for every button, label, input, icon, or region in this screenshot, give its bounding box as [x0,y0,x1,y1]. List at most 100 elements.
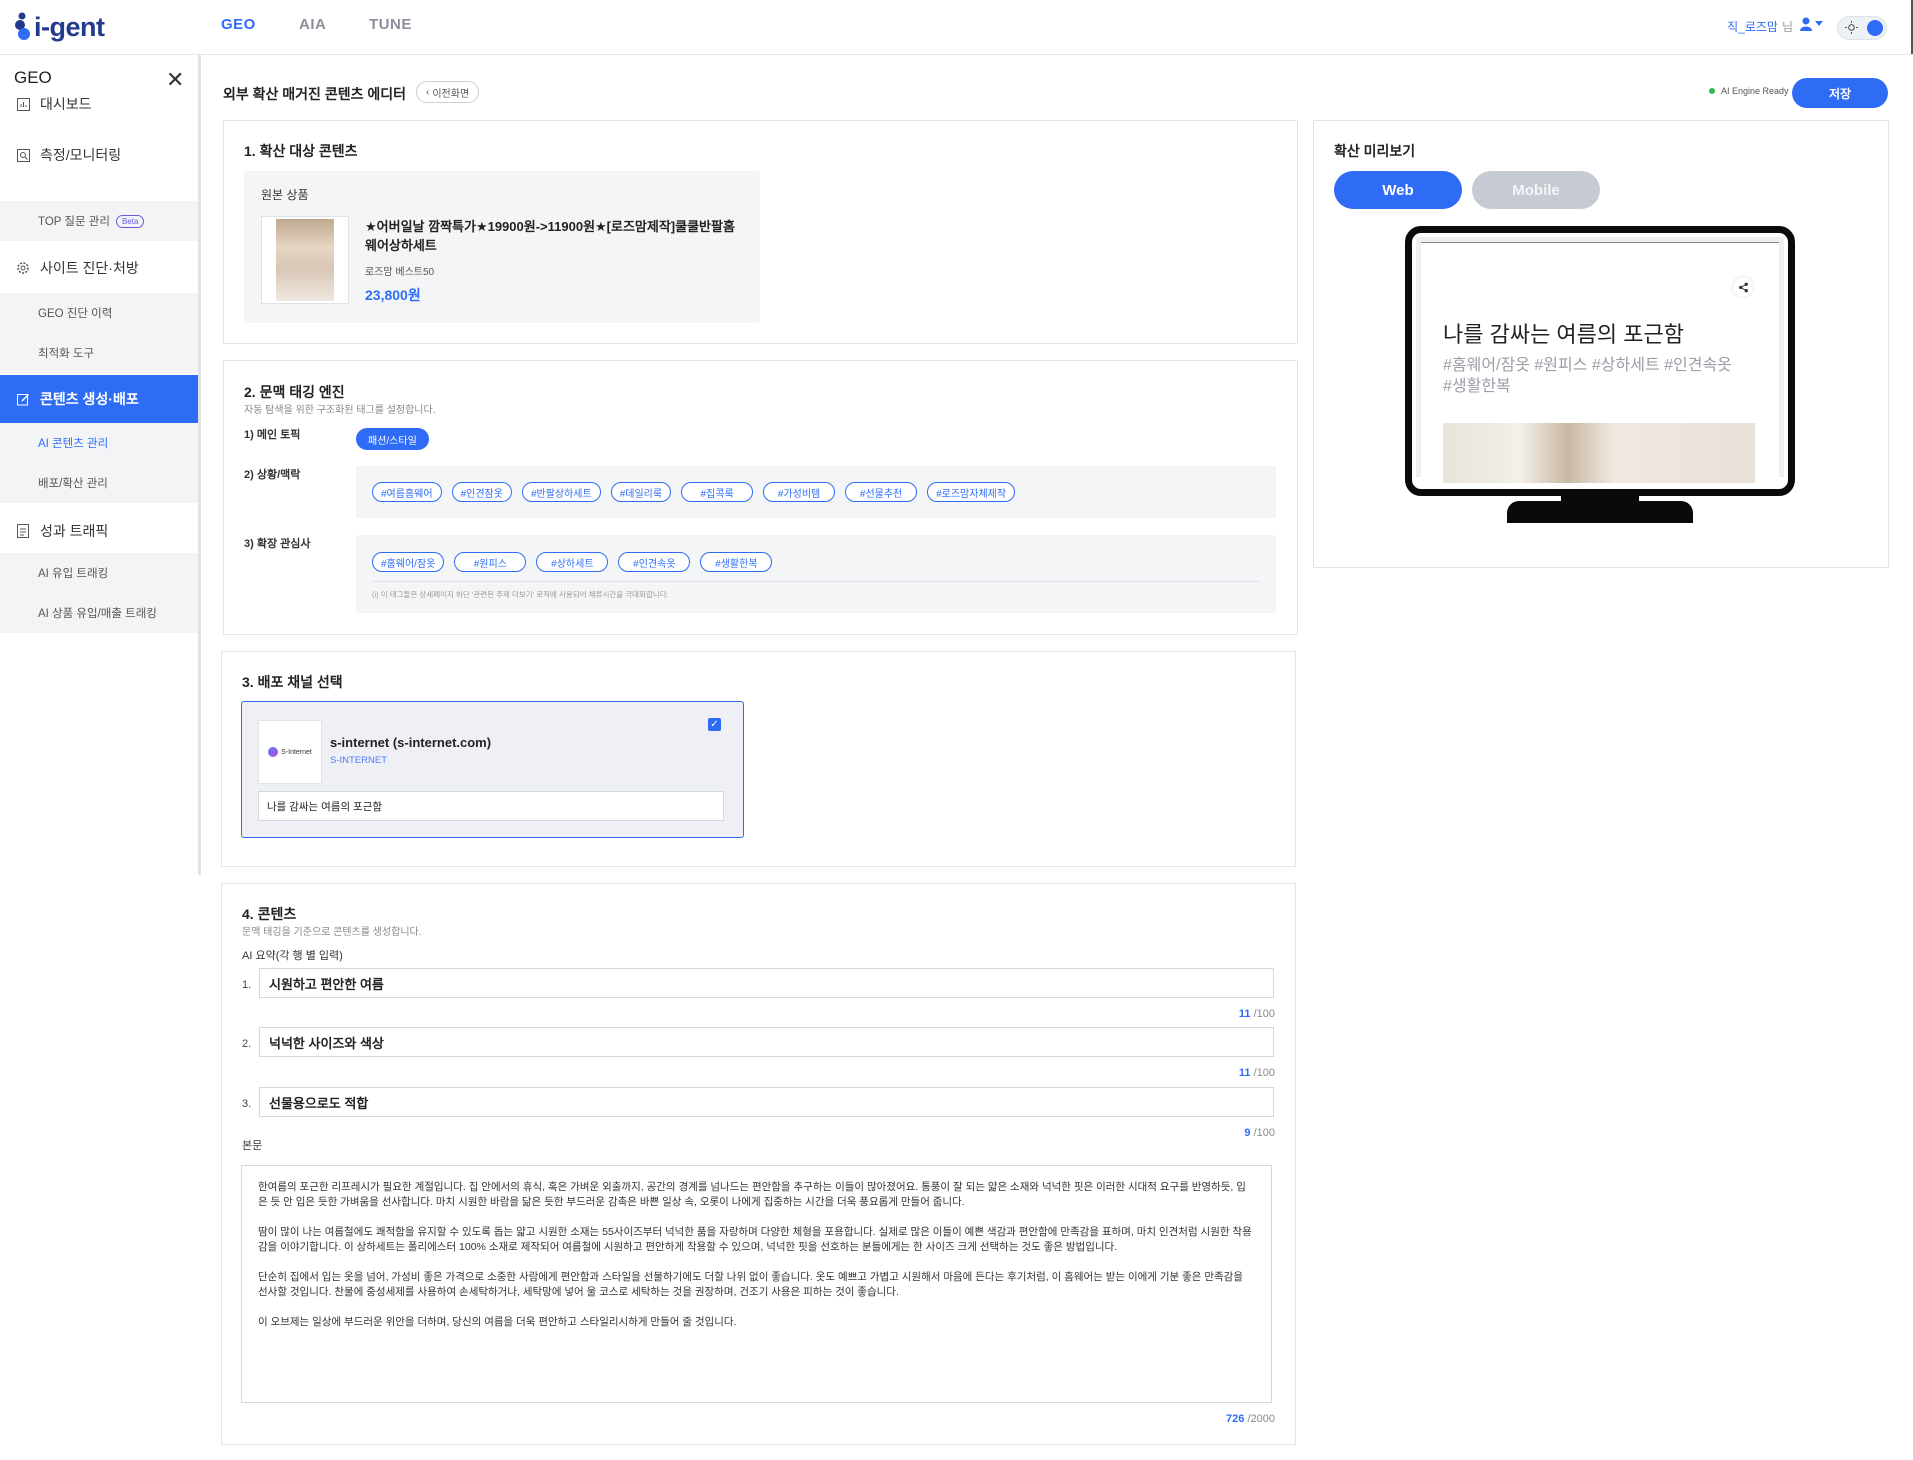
sidebar-sub-distribution[interactable]: 배포/확산 관리 [0,463,198,503]
user-name-suffix: 님 [1781,20,1793,34]
summary-input-3[interactable] [259,1087,1274,1117]
sidebar-sub-label: AI 상품 유입/매출 트래킹 [38,608,157,620]
interest-tag-row: #홈웨어/잠옷 #원피스 #상하세트 #인견속옷 #생활한복 [372,552,773,572]
save-button[interactable]: 저장 [1792,78,1888,108]
context-tag-area: #여름홈웨어 #인견잠옷 #반팔상하세트 #데일리룩 #집콕룩 #가성비템 #선… [356,466,1276,518]
context-label: 2) 상황/맥락 [244,469,301,481]
sidebar-sub-top-questions[interactable]: TOP 질문 관리 Beta [0,201,198,241]
sidebar-sub-label: AI 콘텐츠 관리 [38,438,109,450]
chevron-down-icon [1815,21,1823,26]
edit-icon [16,392,30,406]
interest-tag-area: #홈웨어/잠옷 #원피스 #상하세트 #인견속옷 #생활한복 (i) 이 태그들… [356,535,1276,613]
sidebar-item-traffic[interactable]: 성과 트래픽 [0,511,198,551]
share-icon[interactable] [1733,277,1753,297]
context-tag[interactable]: #데일리룩 [610,482,672,502]
sidebar-edge [198,55,201,875]
context-tag[interactable]: #가성비템 [763,482,836,502]
section-subtitle: 문맥 태깅을 기준으로 콘텐츠를 생성합니다. [242,927,422,938]
sidebar-item-dashboard[interactable]: 대시보드 [0,84,198,124]
summary-number: 3. [242,1098,252,1110]
nav-geo[interactable]: GEO [221,16,256,33]
sidebar-item-label: 대시보드 [40,96,92,112]
sidebar-item-content[interactable]: 콘텐츠 생성·배포 [0,375,198,423]
sidebar-sub-label: 최적화 도구 [38,348,95,360]
section-title: 1. 확산 대상 콘텐츠 [244,143,358,159]
channel-title-input[interactable] [258,791,724,821]
user-icon [1800,17,1812,31]
count-max: /100 [1253,1008,1275,1020]
interest-tag[interactable]: #인견속옷 [618,552,691,572]
logo-text: i-gent [34,11,105,42]
preview-article-title: 나를 감싸는 여름의 포근함 [1443,322,1684,347]
context-tag[interactable]: #반팔상하세트 [521,482,601,502]
monitor-stand-base [1507,501,1693,523]
sidebar-sub-label: 배포/확산 관리 [38,478,108,490]
sidebar-sub-geo-history[interactable]: GEO 진단 이력 [0,293,198,333]
checkbox-checked-icon[interactable]: ✓ [708,718,721,731]
preview-article: 나를 감싸는 여름의 포근함 #홈웨어/잠옷 #원피스 #상하세트 #인견속옷 … [1421,242,1779,483]
app-logo[interactable]: i-gent [14,10,105,44]
sun-icon [1845,21,1858,34]
gear-icon [16,261,30,275]
sidebar-sub-ai-content[interactable]: AI 콘텐츠 관리 [0,423,198,463]
sidebar-sub-label: GEO 진단 이력 [38,308,113,320]
monitor-screen: 나를 감싸는 여름의 포근함 #홈웨어/잠옷 #원피스 #상하세트 #인견속옷 … [1416,237,1784,483]
logo-icon [15,12,30,40]
chevron-left-icon: ‹ [426,86,430,98]
body-paragraph: 땀이 많이 나는 여름철에도 쾌적함을 유지할 수 있도록 돕는 얇고 시원한 … [258,1226,1252,1253]
sidebar-sub-ai-traffic[interactable]: AI 유입 트래킹 [0,553,198,593]
dashboard-icon [16,97,30,111]
sidebar-sub-optimization[interactable]: 최적화 도구 [0,333,198,373]
summary-input-2[interactable] [259,1027,1274,1057]
toggle-knob [1867,20,1883,36]
sidebar-sub-ai-sales[interactable]: AI 상품 유입/매출 트래킹 [0,593,198,633]
section-title: 4. 콘텐츠 [242,906,297,922]
tab-mobile[interactable]: Mobile [1472,171,1600,209]
context-tag[interactable]: #집콕룩 [681,482,754,502]
context-tag[interactable]: #여름홈웨어 [372,482,442,502]
sidebar-item-label: 성과 트래픽 [40,523,109,539]
product-image [276,219,334,301]
product-price: 23,800원 [365,287,421,303]
channel-logo: S-Internet [258,720,322,784]
interest-tag[interactable]: #홈웨어/잠옷 [372,552,445,572]
sidebar-sub-label: TOP 질문 관리 [38,216,110,228]
summary-count-2: 11 /100 [1239,1067,1275,1079]
main-topic-label: 1) 메인 토픽 [244,429,301,441]
context-tag[interactable]: #선물추천 [845,482,918,502]
product-sub: 로즈맘 베스트50 [365,267,435,278]
user-name[interactable]: 직_로즈맘 님 [1727,18,1793,35]
body-paragraph: 이 오브제는 일상에 부드러운 위안을 더하며, 당신의 여름을 더욱 편안하고… [258,1316,737,1328]
summary-count-1: 11 /100 [1239,1008,1275,1020]
theme-toggle[interactable] [1837,16,1887,40]
nav-tune[interactable]: TUNE [369,16,412,33]
channel-card[interactable]: S-Internet s-internet (s-internet.com) S… [241,701,744,838]
nav-aia[interactable]: AIA [299,16,326,33]
section-subtitle: 자동 탐색을 위한 구조화된 태그를 설정합니다. [244,405,436,416]
sidebar-sub-label: AI 유입 트래킹 [38,568,109,580]
product-box-label: 원본 상품 [261,188,309,202]
interest-tag[interactable]: #원피스 [454,552,527,572]
interest-tag[interactable]: #생활한복 [700,552,773,572]
interest-tag[interactable]: #상하세트 [536,552,609,572]
user-menu[interactable] [1800,17,1823,31]
context-tag[interactable]: #인견잠옷 [451,482,512,502]
sidebar-item-diagnosis[interactable]: 사이트 진단·처방 [0,248,198,288]
sidebar-item-monitoring[interactable]: 측정/모니터링 [0,135,198,175]
sidebar-item-label: 사이트 진단·처방 [40,260,139,276]
summary-input-1[interactable] [259,968,1274,998]
count-max: /100 [1253,1127,1275,1139]
back-button[interactable]: ‹ 이전화면 [416,81,480,103]
context-tag[interactable]: #로즈맘자체제작 [927,482,1016,502]
tab-web[interactable]: Web [1334,171,1462,209]
count-value: 9 [1244,1127,1251,1139]
monitor-frame: 나를 감싸는 여름의 포근함 #홈웨어/잠옷 #원피스 #상하세트 #인견속옷 … [1405,226,1795,496]
channel-logo-icon [268,747,279,757]
divider [372,581,1260,582]
summary-number: 2. [242,1038,252,1050]
count-value: 11 [1238,1067,1251,1079]
summary-number: 1. [242,979,252,991]
body-textarea[interactable]: 한여름의 포근한 리프레시가 필요한 계절입니다. 집 안에서의 휴식, 혹은 … [241,1165,1272,1403]
main-topic-chip[interactable]: 패션/스타일 [356,428,429,450]
interest-label: 3) 확장 관심사 [244,538,311,550]
